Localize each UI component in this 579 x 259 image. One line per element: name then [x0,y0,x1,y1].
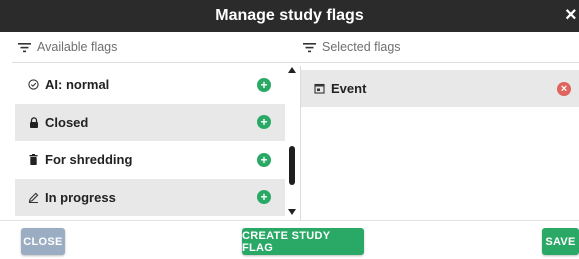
check-circle-icon [27,78,40,91]
trash-icon [27,153,40,166]
add-flag-button[interactable]: + [257,77,271,92]
footer-divider [0,220,579,221]
available-list-scrollbar[interactable] [286,66,298,218]
flag-item-closed[interactable]: Closed + [15,103,285,141]
available-flags-list[interactable]: AI: normal + Closed + For shredding + In… [15,66,285,218]
selected-flags-header: Selected flags [303,36,401,58]
close-button[interactable]: CLOSE [21,228,65,255]
selected-flag-event[interactable]: Event × [301,70,579,107]
save-button[interactable]: SAVE [542,228,579,255]
selected-flags-label: Selected flags [322,40,401,54]
scroll-thumb[interactable] [289,146,295,185]
flag-label: In progress [45,189,116,205]
available-flags-header: Available flags [18,36,117,58]
add-flag-button[interactable]: + [257,152,271,167]
flag-label: For shredding [45,152,133,168]
add-flag-button[interactable]: + [257,115,271,130]
scroll-down-arrow-icon[interactable] [288,209,296,215]
flag-item-in-progress[interactable]: In progress + [15,178,285,216]
flag-label: Event [331,81,367,96]
flag-item-ai-normal[interactable]: AI: normal + [15,66,285,104]
pencil-icon [27,191,40,204]
calendar-icon [313,82,326,95]
filter-icon [18,42,31,52]
selected-flags-list[interactable]: Event × [301,70,579,220]
scroll-up-arrow-icon[interactable] [288,67,296,73]
filter-icon [303,42,316,52]
add-flag-button[interactable]: + [257,190,271,205]
manage-study-flags-dialog: Manage study flags × Available flags Sel… [0,0,579,259]
remove-flag-button[interactable]: × [557,81,571,96]
create-study-flag-button[interactable]: CREATE STUDY FLAG [242,228,364,255]
flag-label: AI: normal [45,77,110,93]
lock-icon [27,116,40,129]
header-divider [12,62,579,63]
dialog-titlebar: Manage study flags × [0,0,579,32]
close-icon[interactable]: × [565,4,579,26]
flag-label: Closed [45,114,89,130]
dialog-title: Manage study flags [215,7,364,24]
available-flags-label: Available flags [37,40,118,54]
flag-item-for-shredding[interactable]: For shredding + [15,141,285,179]
